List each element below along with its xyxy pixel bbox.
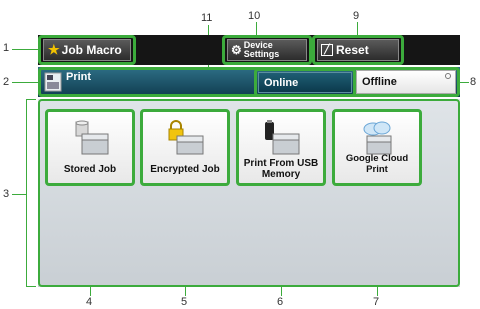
- google-cloud-print-tile[interactable]: Google Cloud Print: [332, 109, 422, 186]
- usb-memory-icon: [259, 120, 303, 163]
- device-settings-label-line2: Settings: [243, 49, 280, 59]
- job-macro-button[interactable]: ★ Job Macro: [43, 39, 131, 61]
- print-from-usb-tile[interactable]: Print From USB Memory: [236, 109, 326, 186]
- print-from-usb-label-line2: Memory: [261, 169, 301, 180]
- callout-7: 7: [373, 296, 380, 308]
- stored-job-icon: [68, 120, 112, 163]
- print-from-usb-label: Print From USB Memory: [239, 158, 323, 180]
- offline-label: Offline: [362, 76, 397, 88]
- callout-bracket-3-bottom: [26, 286, 36, 287]
- callout-4: 4: [86, 296, 93, 308]
- offline-button[interactable]: Offline: [356, 70, 456, 94]
- device-settings-label: Device Settings: [244, 41, 280, 59]
- encrypted-job-icon: [163, 120, 207, 163]
- offline-indicator-icon: [445, 73, 451, 79]
- device-settings-button[interactable]: ⚙ Device Settings: [227, 39, 307, 61]
- star-icon: ★: [48, 42, 60, 57]
- callout-line-1: [12, 49, 38, 50]
- page-title: Print: [66, 71, 92, 83]
- job-macro-label: Job Macro: [61, 43, 122, 57]
- callout-bracket-3: [26, 99, 27, 287]
- stored-job-tile[interactable]: Stored Job: [45, 109, 135, 186]
- encrypted-job-tile[interactable]: Encrypted Job: [140, 109, 230, 186]
- print-icon: [44, 72, 62, 92]
- callout-2: 2: [3, 76, 10, 88]
- callout-11: 11: [201, 12, 213, 24]
- callout-line-3: [12, 194, 26, 195]
- callout-8: 8: [470, 76, 477, 88]
- stored-job-label: Stored Job: [63, 164, 117, 175]
- google-cloud-print-label: Google Cloud Print: [345, 153, 409, 175]
- callout-5: 5: [181, 296, 188, 308]
- reset-icon: ╱: [321, 44, 333, 56]
- reset-label: Reset: [336, 43, 369, 57]
- callout-6: 6: [277, 296, 284, 308]
- callout-1: 1: [3, 42, 10, 54]
- reset-button[interactable]: ╱ Reset: [317, 39, 399, 61]
- encrypted-job-label: Encrypted Job: [150, 164, 220, 175]
- online-label: Online: [264, 76, 299, 89]
- callout-line-2: [12, 82, 38, 83]
- callout-3: 3: [3, 188, 10, 200]
- gear-icon: ⚙: [231, 43, 242, 57]
- callout-9: 9: [353, 10, 360, 22]
- callout-line-9: [357, 22, 358, 36]
- callout-bracket-3-top: [26, 99, 36, 100]
- callout-10: 10: [248, 10, 261, 22]
- online-button[interactable]: Online: [258, 72, 352, 93]
- print-from-usb-label-line1: Print From USB: [243, 158, 319, 169]
- callout-line-10: [256, 22, 257, 36]
